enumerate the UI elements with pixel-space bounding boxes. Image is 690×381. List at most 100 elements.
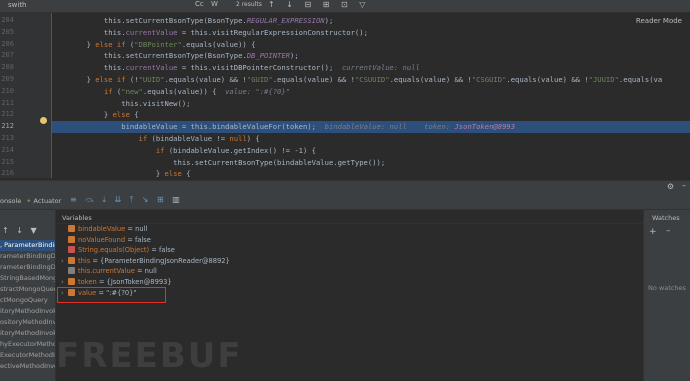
- words-toggle[interactable]: W: [211, 0, 218, 8]
- code-line[interactable]: this.setCurrentBsonType(BsonType.DB_POIN…: [52, 50, 690, 62]
- watches-panel: Watches + – No watches: [643, 210, 690, 381]
- code-line[interactable]: } else {: [52, 109, 690, 121]
- code-line[interactable]: } else if ("DBPointer".equals(value)) {: [52, 39, 690, 51]
- code-token: {: [129, 110, 139, 120]
- code-line[interactable]: if ("new".equals(value)) { value: ":#{?0…: [52, 86, 690, 98]
- reader-mode-button[interactable]: Reader Mode: [636, 17, 682, 25]
- layout-icon[interactable]: ▥: [172, 195, 180, 204]
- line-number: 213: [1, 134, 14, 142]
- code-line[interactable]: this.currentValue = this.visitRegularExp…: [52, 27, 690, 39]
- remove-watch-icon[interactable]: –: [666, 226, 671, 236]
- stack-frame[interactable]: StringBasedMongo: [0, 273, 55, 284]
- code-token: this.: [52, 63, 126, 73]
- code-token: "UUID": [138, 75, 165, 84]
- filter-icon[interactable]: ⊟: [305, 0, 312, 9]
- variable-name: noValueFound: [78, 235, 126, 244]
- tab-actuator[interactable]: ✦ Actuator: [26, 197, 61, 205]
- frames-panel: ↑ ↓ ▼ , ParameterBindin rameterBindingDo r…: [0, 210, 56, 381]
- debug-toolbar: onsole ✦ Actuator ≡ ⤼ ⤓ ⇊ ⤒ ↘ ⊞ ▥: [0, 192, 690, 210]
- settings-icon[interactable]: ⊡: [341, 0, 348, 9]
- code-token: }: [52, 39, 96, 49]
- code-token: if: [103, 86, 113, 96]
- code-token: (: [112, 86, 122, 96]
- add-watch-icon[interactable]: +: [649, 227, 657, 237]
- code-editor[interactable]: this.setCurrentBsonType(BsonType.REGULAR…: [52, 13, 690, 178]
- code-token: );: [290, 51, 299, 61]
- arrow-up-icon[interactable]: ↑: [268, 0, 275, 9]
- variable-name: this: [78, 256, 91, 265]
- stack-frame[interactable]: rameterBindingDocu: [0, 262, 55, 273]
- code-token: if: [155, 145, 165, 155]
- variable-type-icon: [68, 235, 75, 243]
- arrow-up-icon[interactable]: ↑: [2, 226, 9, 235]
- variable-row[interactable]: String.equals(Object) = false: [61, 245, 175, 256]
- code-line[interactable]: this.currentValue = this.visitDBPointerC…: [52, 62, 690, 74]
- variable-row[interactable]: bindableValue = null: [61, 224, 147, 235]
- code-line[interactable]: if (bindableValue != null) {: [52, 133, 690, 145]
- variable-row[interactable]: this.currentValue = null: [61, 266, 157, 277]
- stack-frame[interactable]: ositoryMethodInv: [0, 317, 55, 328]
- code-line[interactable]: } else if (!"UUID".equals(value) && !"GU…: [52, 74, 690, 86]
- show-execution-point-icon[interactable]: ≡: [70, 195, 77, 204]
- tab-actuator-label: Actuator: [33, 197, 62, 205]
- line-number: 206: [1, 39, 14, 48]
- minimize-icon[interactable]: –: [682, 181, 686, 190]
- tab-console[interactable]: onsole: [0, 197, 21, 205]
- code-token: (bindableValue !=: [147, 134, 230, 143]
- frame-nav-icons: ↑ ↓ ▼: [2, 226, 42, 235]
- gear-icon[interactable]: ⚙: [667, 182, 674, 191]
- arrow-down-icon[interactable]: ↓: [16, 226, 23, 235]
- variable-type-icon: [68, 267, 75, 275]
- variable-row[interactable]: › this = {ParameterBindingJsonReader@8892…: [61, 256, 230, 267]
- evaluate-icon[interactable]: ⊞: [157, 195, 164, 204]
- code-token: currentValue: [125, 27, 178, 37]
- stack-frame[interactable]: itoryMethodInvok: [0, 306, 55, 317]
- line-number: 209: [1, 75, 14, 83]
- breakpoint-lightbulb-icon[interactable]: [40, 117, 47, 124]
- variables-title: Variables: [62, 214, 92, 222]
- stack-frame[interactable]: ExecutorMethodIn: [0, 350, 55, 361]
- code-line[interactable]: this.setCurrentBsonType(bindableValue.ge…: [52, 157, 690, 169]
- line-number: 210: [1, 86, 14, 95]
- variable-row[interactable]: noValueFound = false: [61, 235, 151, 246]
- arrow-down-icon[interactable]: ↓: [286, 0, 293, 9]
- code-token: "CSUUID": [354, 75, 390, 84]
- code-token: else if: [95, 39, 126, 49]
- code-token: currentValue: null: [341, 63, 420, 73]
- variable-row[interactable]: › token = {JsonToken@8993}: [61, 277, 172, 288]
- code-token: .equals(value) && !: [389, 75, 472, 84]
- step-out-icon[interactable]: ⤒: [130, 195, 134, 204]
- code-token: DB_POINTER: [246, 51, 291, 61]
- expand-arrow-icon[interactable]: ›: [61, 256, 68, 267]
- variable-type-icon: [68, 246, 75, 254]
- debug-panel-header: ⚙ –: [0, 180, 690, 192]
- code-line[interactable]: this.visitNew();: [52, 98, 690, 110]
- code-line[interactable]: } else {: [52, 168, 690, 178]
- stack-frame[interactable]: itoryMethodInvok: [0, 328, 55, 339]
- select-all-icon[interactable]: ⊞: [323, 0, 330, 9]
- force-step-into-icon[interactable]: ⇊: [114, 195, 121, 204]
- funnel-icon[interactable]: ▽: [359, 0, 365, 9]
- variable-name: String.equals(Object): [78, 246, 150, 255]
- search-input[interactable]: swith: [8, 1, 158, 12]
- filter-icon[interactable]: ▼: [31, 226, 37, 235]
- run-to-cursor-icon[interactable]: ↘: [142, 195, 149, 204]
- match-case-toggle[interactable]: Cc: [195, 0, 204, 8]
- step-over-icon[interactable]: ⤼: [85, 195, 94, 204]
- line-number: 215: [1, 157, 14, 166]
- variable-type-icon: [68, 278, 75, 285]
- stack-frame[interactable]: , ParameterBindin: [0, 240, 55, 251]
- expand-arrow-icon[interactable]: ›: [61, 277, 68, 288]
- code-line[interactable]: if (bindableValue.getIndex() != -1) {: [52, 145, 690, 157]
- stack-frame[interactable]: ectiveMethodInvoc: [0, 361, 55, 372]
- stack-frame[interactable]: hyExecutorMethod: [0, 339, 55, 350]
- code-token: bindableValue: null token:: [324, 122, 455, 132]
- code-line[interactable]: this.setCurrentBsonType(BsonType.REGULAR…: [52, 15, 690, 27]
- stack-frame[interactable]: stractMongoQuery: [0, 284, 55, 295]
- step-into-icon[interactable]: ⤓: [102, 195, 106, 204]
- code-line[interactable]: bindableValue = this.bindableValueFor(to…: [52, 121, 690, 133]
- stack-frame[interactable]: rameterBindingDo: [0, 251, 55, 262]
- stack-frame[interactable]: ctMongoQuery: [0, 295, 55, 306]
- watches-title: Watches: [652, 214, 680, 222]
